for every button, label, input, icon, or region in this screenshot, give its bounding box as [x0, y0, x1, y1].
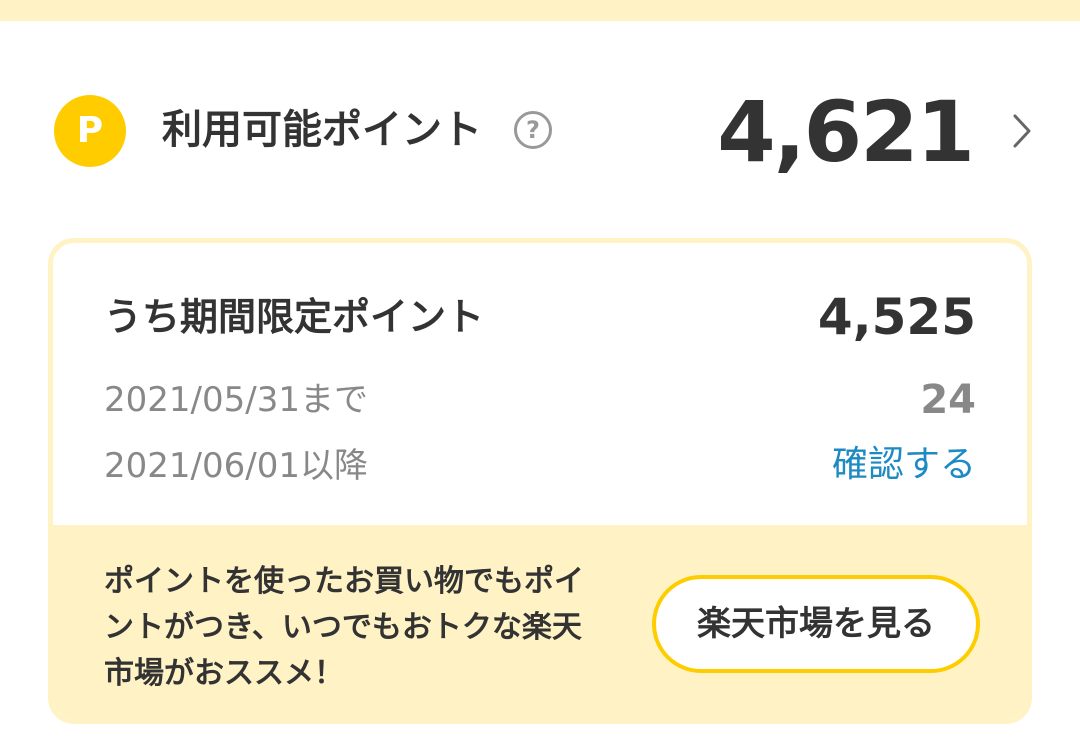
svg-text:?: ?: [526, 116, 540, 144]
promo-banner: ポイントを使ったお買い物でもポイントがつき、いつでもおトクな楽天市場がおススメ！…: [53, 525, 1027, 719]
limited-points-card: うち期間限定ポイント 4,525 2021/05/31まで 24 2021/06…: [48, 238, 1032, 724]
view-rakuten-ichiba-button[interactable]: 楽天市場を見る: [652, 575, 980, 673]
confirm-link[interactable]: 確認する: [832, 440, 976, 490]
expiry-points-value: 24: [920, 377, 976, 423]
point-badge-icon: P: [54, 95, 126, 167]
available-points-label: 利用可能ポイント: [162, 107, 482, 153]
available-points-row[interactable]: P 利用可能ポイント ? 4,621: [0, 70, 1080, 195]
question-circle-icon[interactable]: ?: [513, 110, 553, 150]
expiry-date-label: 2021/05/31まで: [104, 380, 368, 420]
available-points-value: 4,621: [717, 83, 975, 181]
promo-text: ポイントを使ったお買い物でもポイントがつき、いつでもおトクな楽天市場がおススメ！: [104, 564, 584, 691]
later-date-label: 2021/06/01以降: [104, 446, 368, 486]
limited-points-title: うち期間限定ポイント: [104, 295, 485, 339]
chevron-right-icon[interactable]: [1010, 113, 1034, 149]
top-strip: [0, 0, 1080, 21]
limited-points-total: 4,525: [817, 288, 976, 346]
